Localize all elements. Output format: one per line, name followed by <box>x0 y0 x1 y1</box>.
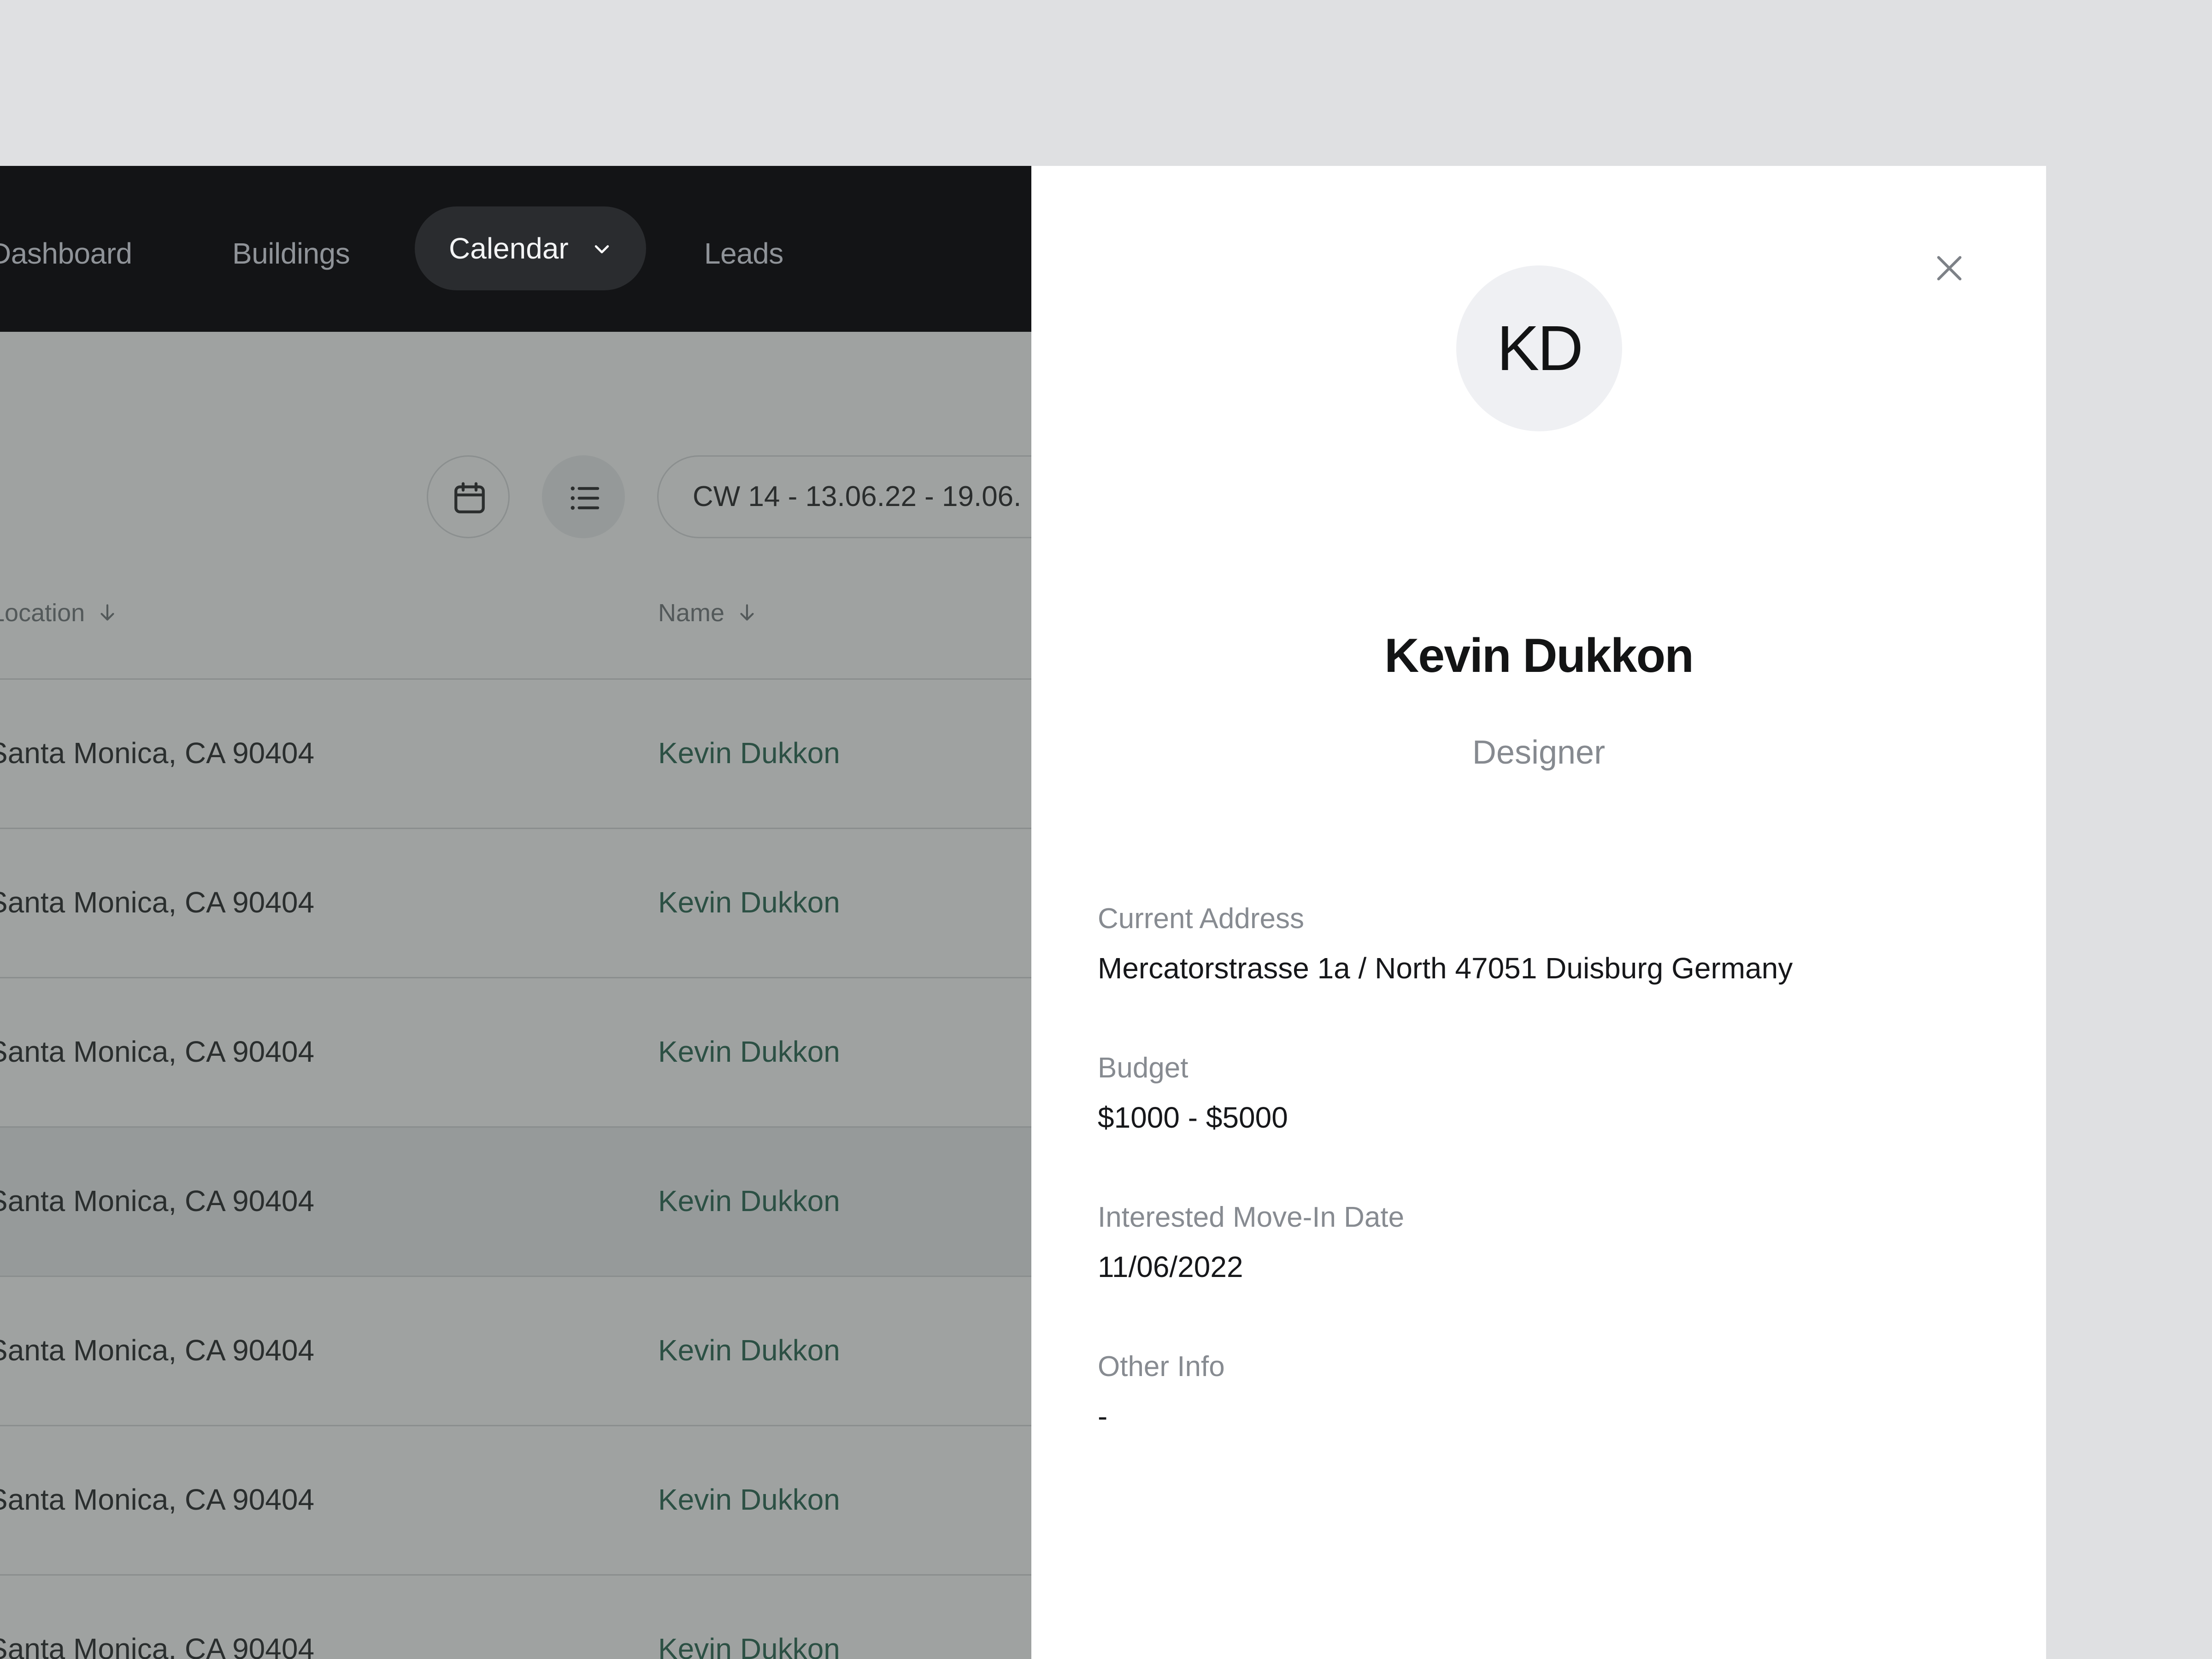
lead-name: Kevin Dukkon <box>1384 629 1694 682</box>
move-in-date-value: 11/06/2022 <box>1098 1250 1243 1283</box>
avatar: KD <box>1456 265 1622 431</box>
current-address-value: Mercatorstrasse 1a / North 47051 Duisbur… <box>1098 952 1793 985</box>
other-info-label: Other Info <box>1098 1351 1225 1382</box>
budget-value: $1000 - $5000 <box>1098 1101 1288 1134</box>
main-content: CW 14 - 13.06.22 - 19.06. Location Name … <box>0 166 1031 1659</box>
modal-backdrop[interactable] <box>0 332 1031 1659</box>
lead-detail-drawer: KD Kevin Dukkon Designer Current Address… <box>1031 166 2046 1659</box>
move-in-date-label: Interested Move-In Date <box>1098 1201 1405 1233</box>
budget-label: Budget <box>1098 1052 1188 1084</box>
close-icon[interactable] <box>1931 250 1968 287</box>
current-address-label: Current Address <box>1098 903 1304 935</box>
lead-role: Designer <box>1472 734 1606 771</box>
other-info-value: - <box>1098 1400 1108 1433</box>
